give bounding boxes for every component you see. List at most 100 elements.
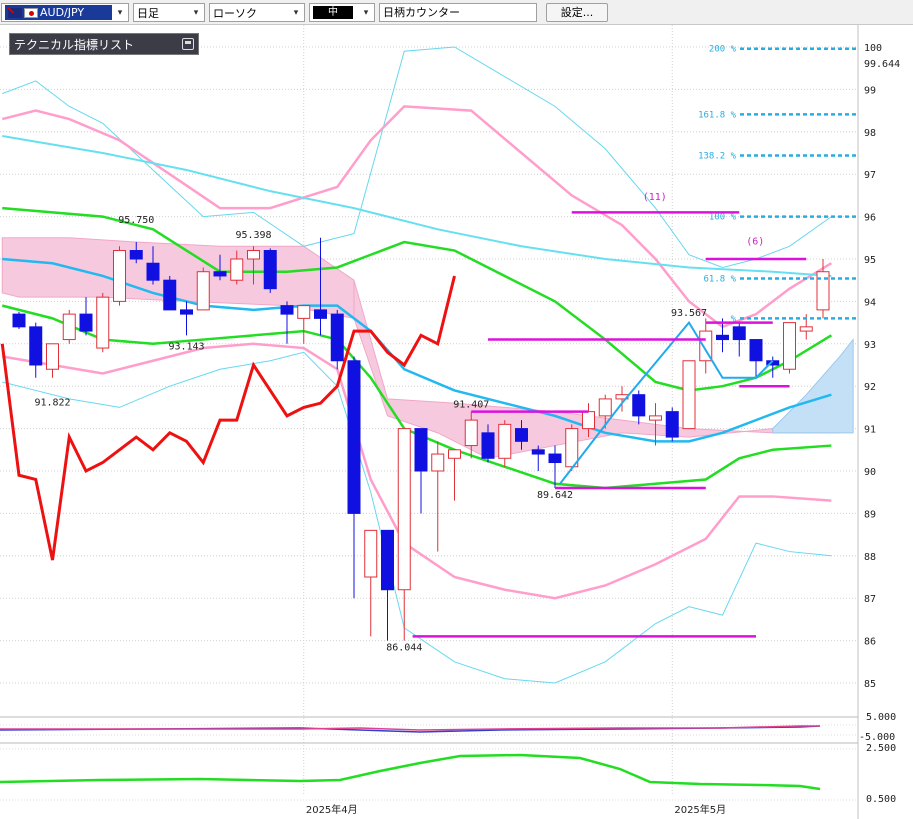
up-candle	[682, 360, 696, 430]
timeframe-value: 日足	[137, 6, 159, 20]
current-price-label: 99.644	[864, 59, 900, 70]
chevron-down-icon[interactable]: ▾	[358, 4, 374, 21]
indicator-list-panel[interactable]: テクニカル指標リスト	[9, 33, 199, 55]
green-upper-line	[2, 206, 833, 392]
up-candle	[364, 529, 378, 637]
price-tick-label: 91	[864, 425, 876, 436]
sub-panel-oscillator: 5.000 -5.000	[0, 712, 896, 743]
down-candle	[280, 301, 294, 344]
candle-body	[732, 326, 746, 341]
chevron-down-icon[interactable]: ▾	[112, 4, 128, 21]
minimize-icon[interactable]	[182, 38, 194, 50]
down-candle	[749, 339, 763, 378]
date-axis: 2025年4月 2025年5月	[306, 803, 726, 816]
price-tick-label: 93	[864, 340, 876, 351]
price-chart[interactable]: 200 % 161.8 % 138.2 % 100 % 61.8 %% (11) (6) 9…	[0, 25, 913, 819]
candle-body	[749, 339, 763, 362]
price-tick-label: 90	[864, 467, 876, 478]
candle-body	[62, 313, 76, 341]
down-candle	[347, 356, 361, 599]
candle-body	[12, 313, 26, 328]
candle-body	[129, 250, 143, 260]
fib-label: 61.8 %	[703, 275, 736, 285]
candle-body	[531, 449, 545, 455]
price-tick-label: 98	[864, 128, 876, 139]
timeframe-select[interactable]: 日足 ▾	[133, 3, 205, 22]
fib-label: 161.8 %	[698, 110, 737, 120]
candle-body	[247, 250, 260, 260]
price-tick-label: 100	[864, 43, 882, 54]
candle-body	[314, 309, 327, 319]
candle-body	[783, 322, 796, 370]
up-candle	[196, 267, 210, 311]
price-tick-label: 88	[864, 552, 876, 563]
fibonacci-levels: 200 % 161.8 % 138.2 % 100 % 61.8 %%	[698, 45, 858, 324]
candle-body	[716, 334, 729, 341]
candle-body	[180, 309, 193, 315]
up-candle	[816, 259, 830, 319]
australia-flag-icon	[8, 7, 22, 18]
oscillator-tick-label: -5.000	[859, 732, 895, 743]
up-candle	[448, 449, 461, 501]
price-tick-label: 85	[864, 679, 876, 690]
chevron-down-icon[interactable]: ▾	[188, 4, 204, 21]
down-candle	[163, 275, 177, 311]
volatility-tick-label: 2.500	[866, 743, 896, 754]
fib-label: 100 %	[709, 213, 737, 223]
candle-body	[280, 305, 294, 315]
candle-body	[448, 449, 461, 459]
down-candle	[381, 529, 394, 641]
price-annotation: 86.044	[386, 643, 422, 654]
candle-body	[515, 428, 528, 442]
candle-body	[414, 428, 428, 472]
up-candle	[431, 441, 445, 552]
chevron-down-icon[interactable]: ▾	[288, 4, 304, 21]
up-candle	[699, 318, 713, 374]
down-candle	[29, 322, 43, 378]
zigzag-line	[559, 320, 774, 485]
candle-body	[632, 394, 646, 417]
down-candle	[12, 312, 26, 329]
toolbar: AUD/JPY ▾ 日足 ▾ ローソク ▾ 中 ▾ 日柄カウンター 設定...	[0, 0, 913, 25]
up-candle	[297, 305, 311, 344]
settings-button[interactable]: 設定...	[546, 3, 608, 22]
candle-body	[213, 271, 227, 277]
price-tick-label: 86	[864, 637, 876, 648]
price-annotation: 95.398	[235, 230, 271, 241]
price-tick-label: 96	[864, 213, 876, 224]
counter-input[interactable]: 日柄カウンター	[379, 3, 537, 22]
symbol-select[interactable]: AUD/JPY ▾	[1, 3, 129, 22]
chart-type-select[interactable]: ローソク ▾	[209, 3, 305, 22]
down-candle	[414, 428, 428, 514]
price-annotation: 93.143	[168, 342, 204, 353]
down-candle	[632, 390, 646, 425]
volatility-line	[0, 753, 821, 791]
up-candle	[96, 292, 110, 353]
price-tick-label: 87	[864, 594, 876, 605]
up-candle	[46, 343, 59, 378]
up-candle	[113, 246, 126, 306]
candle-body	[431, 453, 445, 472]
candle-body	[230, 258, 244, 281]
volatility-tick-label: 0.500	[866, 794, 896, 805]
zigzag-line	[559, 320, 774, 485]
oscillator-signal-line	[0, 725, 820, 731]
candle-body	[799, 326, 813, 332]
fib-label: 200 %	[709, 45, 737, 55]
candle-body	[79, 313, 93, 332]
price-tick-label: 95	[864, 255, 876, 266]
candle-body	[113, 250, 126, 302]
indicator-list-title: テクニカル指標リスト	[14, 37, 135, 52]
drawing-tool-select[interactable]: 中 ▾	[309, 3, 375, 22]
price-tick-label: 89	[864, 509, 876, 520]
candle-body	[381, 529, 394, 591]
candle-body	[548, 453, 562, 464]
chart-type-value: ローソク	[213, 6, 257, 20]
price-tick-label: 92	[864, 382, 876, 393]
down-candle	[531, 445, 545, 471]
candle-body	[347, 360, 361, 514]
ichimoku-cloud	[1, 237, 854, 459]
candle-body	[598, 398, 612, 417]
candle-body	[582, 411, 595, 430]
up-candle	[783, 322, 796, 374]
